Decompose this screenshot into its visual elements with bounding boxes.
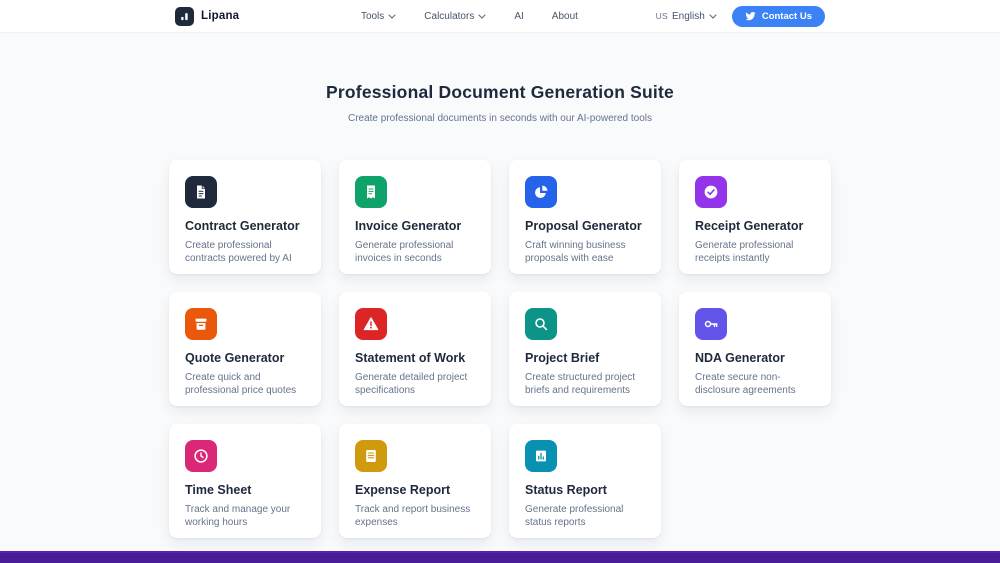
card-expense-report[interactable]: Expense Report Track and report business… — [339, 424, 491, 538]
card-quote-generator[interactable]: Quote Generator Create quick and profess… — [169, 292, 321, 406]
card-description: Generate detailed project specifications — [355, 371, 475, 397]
card-nda-generator[interactable]: NDA Generator Create secure non-disclosu… — [679, 292, 831, 406]
card-title: Expense Report — [355, 483, 475, 497]
chevron-down-icon — [709, 14, 717, 19]
top-navbar: Lipana Tools Calculators AI About US Eng… — [0, 0, 1000, 33]
card-invoice-generator[interactable]: Invoice Generator Generate professional … — [339, 160, 491, 274]
lipana-logo-icon — [175, 7, 194, 26]
card-title: Invoice Generator — [355, 219, 475, 233]
lined-document-icon — [355, 440, 387, 472]
nav-ai-label: AI — [514, 11, 523, 22]
language-selector[interactable]: US English — [656, 11, 717, 22]
card-title: Quote Generator — [185, 351, 305, 365]
card-description: Craft winning business proposals with ea… — [525, 239, 645, 265]
archive-box-icon — [185, 308, 217, 340]
card-title: Proposal Generator — [525, 219, 645, 233]
twitter-icon — [745, 11, 756, 22]
nav-tools-label: Tools — [361, 11, 384, 22]
nav-about[interactable]: About — [552, 11, 578, 22]
nav-ai[interactable]: AI — [514, 11, 523, 22]
card-title: Project Brief — [525, 351, 645, 365]
check-circle-icon — [695, 176, 727, 208]
language-label: English — [672, 11, 705, 22]
nav-about-label: About — [552, 11, 578, 22]
card-description: Create professional contracts powered by… — [185, 239, 305, 265]
card-title: Receipt Generator — [695, 219, 815, 233]
brand-name: Lipana — [201, 10, 239, 22]
nav-tools[interactable]: Tools — [361, 11, 396, 22]
key-icon — [695, 308, 727, 340]
hero-section: Professional Document Generation Suite C… — [0, 33, 1000, 124]
contact-us-button[interactable]: Contact Us — [732, 6, 825, 27]
card-title: Contract Generator — [185, 219, 305, 233]
card-description: Track and manage your working hours — [185, 503, 305, 529]
clock-icon — [185, 440, 217, 472]
receipt-icon — [355, 176, 387, 208]
card-title: Status Report — [525, 483, 645, 497]
card-receipt-generator[interactable]: Receipt Generator Generate professional … — [679, 160, 831, 274]
footer-bar — [0, 551, 1000, 563]
card-status-report[interactable]: Status Report Generate professional stat… — [509, 424, 661, 538]
main-nav: Tools Calculators AI About — [317, 11, 578, 22]
page-subtitle: Create professional documents in seconds… — [0, 113, 1000, 124]
brand-logo[interactable]: Lipana — [175, 7, 239, 26]
nav-calculators-label: Calculators — [424, 11, 474, 22]
card-description: Generate professional status reports — [525, 503, 645, 529]
tools-grid: Contract Generator Create professional c… — [169, 160, 831, 538]
card-description: Create structured project briefs and req… — [525, 371, 645, 397]
card-statement-of-work[interactable]: Statement of Work Generate detailed proj… — [339, 292, 491, 406]
document-icon — [185, 176, 217, 208]
pie-chart-icon — [525, 176, 557, 208]
card-proposal-generator[interactable]: Proposal Generator Craft winning busines… — [509, 160, 661, 274]
card-project-brief[interactable]: Project Brief Create structured project … — [509, 292, 661, 406]
card-description: Generate professional invoices in second… — [355, 239, 475, 265]
warning-triangle-icon — [355, 308, 387, 340]
card-contract-generator[interactable]: Contract Generator Create professional c… — [169, 160, 321, 274]
language-flag-code: US — [656, 11, 668, 21]
nav-calculators[interactable]: Calculators — [424, 11, 486, 22]
card-title: Time Sheet — [185, 483, 305, 497]
card-description: Generate professional receipts instantly — [695, 239, 815, 265]
card-title: NDA Generator — [695, 351, 815, 365]
card-title: Statement of Work — [355, 351, 475, 365]
card-description: Track and report business expenses — [355, 503, 475, 529]
card-description: Create quick and professional price quot… — [185, 371, 305, 397]
page-title: Professional Document Generation Suite — [0, 82, 1000, 103]
bar-chart-icon — [525, 440, 557, 472]
chevron-down-icon — [388, 14, 396, 19]
card-description: Create secure non-disclosure agreements — [695, 371, 815, 397]
search-icon — [525, 308, 557, 340]
chevron-down-icon — [478, 14, 486, 19]
contact-us-label: Contact Us — [762, 11, 812, 22]
card-time-sheet[interactable]: Time Sheet Track and manage your working… — [169, 424, 321, 538]
